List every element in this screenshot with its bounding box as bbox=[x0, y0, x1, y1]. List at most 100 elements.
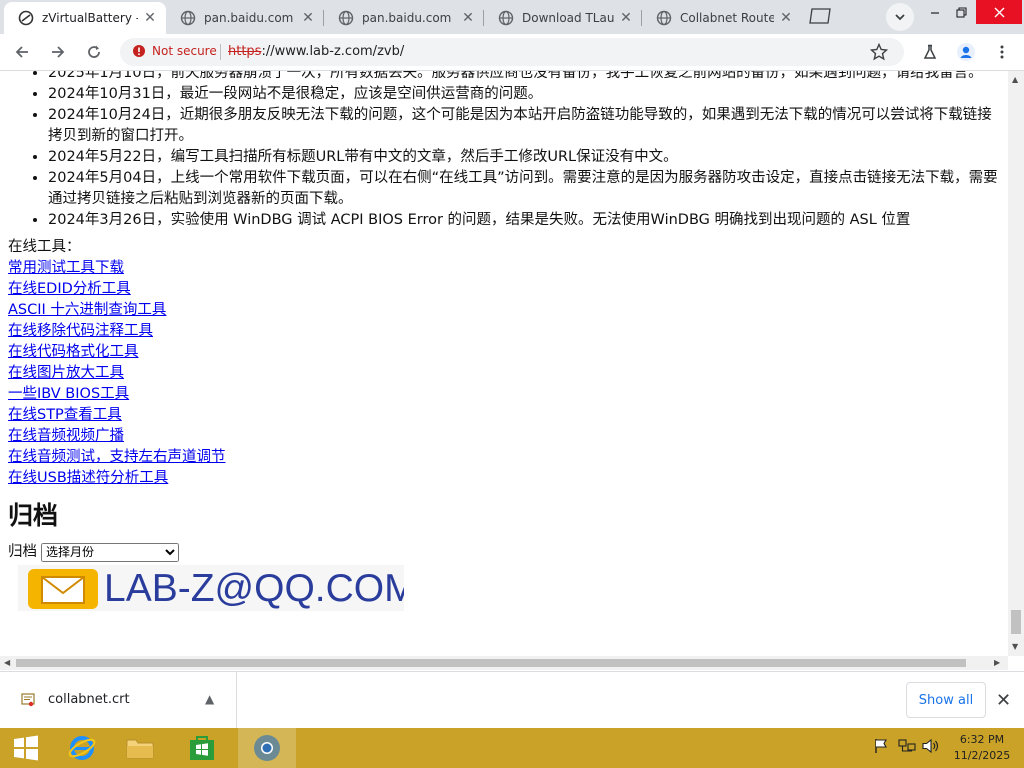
tab-pan-baidu-1[interactable]: pan.baidu.com ✕ bbox=[166, 2, 324, 34]
menu-button[interactable] bbox=[988, 38, 1016, 66]
windows-taskbar: 6:32 PM 11/2/2025 bbox=[0, 728, 1024, 768]
tab-title: pan.baidu.com bbox=[362, 11, 452, 25]
close-shelf-icon[interactable]: ✕ bbox=[996, 690, 1011, 711]
close-tab-icon[interactable]: ✕ bbox=[618, 10, 634, 26]
close-tab-icon[interactable]: ✕ bbox=[778, 10, 794, 26]
vertical-scroll-thumb[interactable] bbox=[1011, 610, 1021, 634]
tool-link[interactable]: 在线USB描述符分析工具 bbox=[8, 468, 998, 489]
security-indicator[interactable]: Not secure bbox=[132, 44, 217, 58]
tab-search-button[interactable] bbox=[886, 3, 914, 31]
browser-toolbar: Not secure https://www.lab-z.com/zvb/ bbox=[0, 34, 1024, 71]
volume-icon[interactable] bbox=[922, 738, 940, 754]
download-shelf: collabnet.crt ▲ Show all ✕ bbox=[0, 671, 1024, 729]
archive-row: 归档 选择月份 bbox=[8, 541, 998, 563]
tool-link[interactable]: 在线音频视频广播 bbox=[8, 426, 998, 447]
tool-link[interactable]: 在线图片放大工具 bbox=[8, 363, 998, 384]
close-tab-icon[interactable]: ✕ bbox=[300, 10, 316, 26]
archive-heading: 归档 bbox=[8, 501, 59, 530]
globe-icon bbox=[498, 10, 514, 26]
tool-link[interactable]: ASCII 十六进制查询工具 bbox=[8, 300, 998, 321]
envelope-icon bbox=[28, 569, 98, 609]
chevron-up-icon[interactable]: ▲ bbox=[205, 692, 214, 706]
taskbar-chrome[interactable] bbox=[238, 728, 296, 768]
close-tab-icon[interactable]: ✕ bbox=[142, 10, 158, 26]
download-item[interactable]: collabnet.crt ▲ bbox=[0, 672, 237, 729]
close-window-button[interactable] bbox=[976, 0, 1022, 24]
minimize-icon bbox=[931, 12, 939, 14]
news-list: 2025年1月10日，前天服务器崩溃了一次，所有数据丢失。服务器供应商也没有备份… bbox=[8, 71, 998, 231]
tab-strip: zVirtualBattery – ✕ pan.baidu.com ✕ pan.… bbox=[0, 0, 1024, 34]
scroll-left-arrow[interactable]: ◀ bbox=[4, 658, 10, 667]
windows-logo-icon bbox=[14, 735, 38, 761]
taskbar-file-explorer[interactable] bbox=[114, 728, 166, 768]
tool-link[interactable]: 在线移除代码注释工具 bbox=[8, 321, 998, 342]
globe-icon bbox=[338, 10, 354, 26]
network-icon[interactable] bbox=[898, 738, 916, 754]
tool-link[interactable]: 常用测试工具下载 bbox=[8, 258, 998, 279]
tool-link[interactable]: 在线代码格式化工具 bbox=[8, 342, 998, 363]
reload-button[interactable] bbox=[80, 38, 108, 66]
email-banner-text: LAB-Z@QQ.COM bbox=[104, 567, 404, 610]
bookmark-star-icon[interactable] bbox=[870, 43, 888, 61]
warning-icon bbox=[133, 45, 145, 57]
email-banner[interactable]: LAB-Z@QQ.COM bbox=[18, 565, 404, 611]
restore-button[interactable] bbox=[946, 0, 976, 24]
folder-icon bbox=[126, 739, 154, 759]
forward-button[interactable] bbox=[44, 38, 72, 66]
flag-icon[interactable] bbox=[873, 738, 889, 754]
url-rest: ://www.lab-z.com/zvb/ bbox=[261, 44, 405, 59]
news-item: 2024年10月24日，近期很多朋友反映无法下载的问题，这个可能是因为本站开启防… bbox=[48, 105, 998, 147]
scroll-up-arrow[interactable]: ▲ bbox=[1012, 75, 1018, 84]
arrow-left-icon bbox=[15, 46, 28, 58]
tab-collabnet-router[interactable]: Collabnet Router ✕ bbox=[642, 2, 802, 34]
new-tab-button[interactable] bbox=[808, 8, 832, 24]
reload-icon bbox=[88, 45, 100, 58]
flask-icon bbox=[923, 44, 937, 59]
restore-icon bbox=[955, 6, 967, 18]
horizontal-scrollbar[interactable]: ◀ ▶ bbox=[0, 656, 1008, 670]
show-all-button[interactable]: Show all bbox=[906, 682, 986, 718]
tool-link[interactable]: 一些IBV BIOS工具 bbox=[8, 384, 998, 405]
close-icon bbox=[994, 7, 1004, 17]
internet-explorer-icon bbox=[68, 736, 96, 760]
security-label: Not secure bbox=[152, 44, 217, 58]
tools-links: 常用测试工具下载 在线EDID分析工具 ASCII 十六进制查询工具 在线移除代… bbox=[8, 258, 998, 489]
archive-label: 归档 bbox=[8, 544, 37, 560]
scroll-down-arrow[interactable]: ▼ bbox=[1012, 642, 1018, 651]
labs-button[interactable] bbox=[916, 38, 944, 66]
horizontal-scroll-thumb[interactable] bbox=[16, 659, 966, 667]
taskbar-internet-explorer[interactable] bbox=[56, 728, 108, 768]
download-filename: collabnet.crt bbox=[48, 692, 130, 707]
start-button[interactable] bbox=[0, 728, 52, 768]
zvb-logo-icon bbox=[18, 10, 34, 26]
taskbar-store[interactable] bbox=[176, 728, 228, 768]
kebab-menu-icon bbox=[1000, 45, 1004, 59]
globe-icon bbox=[656, 10, 672, 26]
profile-button[interactable] bbox=[952, 38, 980, 66]
tab-download-tlauncher[interactable]: Download TLaunc ✕ bbox=[484, 2, 642, 34]
scroll-right-arrow[interactable]: ▶ bbox=[994, 658, 1000, 667]
system-clock[interactable]: 6:32 PM 11/2/2025 bbox=[950, 732, 1014, 764]
address-bar[interactable]: Not secure https://www.lab-z.com/zvb/ bbox=[120, 38, 904, 66]
news-item: 2024年3月26日，实验使用 WinDBG 调试 ACPI BIOS Erro… bbox=[48, 210, 998, 231]
store-icon bbox=[190, 736, 214, 760]
url-scheme: https bbox=[228, 44, 262, 59]
tab-pan-baidu-2[interactable]: pan.baidu.com ✕ bbox=[324, 2, 484, 34]
close-tab-icon[interactable]: ✕ bbox=[460, 10, 476, 26]
clock-date: 11/2/2025 bbox=[953, 749, 1011, 762]
tab-zvirtualbattery[interactable]: zVirtualBattery – ✕ bbox=[4, 2, 166, 34]
tool-link[interactable]: 在线音频测试，支持左右声道调节 bbox=[8, 447, 998, 468]
chrome-icon bbox=[254, 735, 280, 761]
tool-link[interactable]: 在线STP查看工具 bbox=[8, 405, 998, 426]
vertical-scrollbar[interactable]: ▲ ▼ bbox=[1008, 71, 1024, 656]
url-text[interactable]: https://www.lab-z.com/zvb/ bbox=[228, 44, 404, 59]
archive-month-select[interactable]: 选择月份 bbox=[41, 542, 179, 562]
tool-link[interactable]: 在线EDID分析工具 bbox=[8, 279, 998, 300]
back-button[interactable] bbox=[8, 38, 36, 66]
envelope-shape bbox=[41, 576, 85, 604]
page-viewport[interactable]: 2025年1月10日，前天服务器崩溃了一次，所有数据丢失。服务器供应商也没有备份… bbox=[0, 71, 1008, 656]
omnibox-separator bbox=[220, 44, 221, 60]
certificate-file-icon bbox=[21, 693, 35, 707]
news-item: 2025年1月10日，前天服务器崩溃了一次，所有数据丢失。服务器供应商也没有备份… bbox=[48, 71, 998, 84]
news-item: 2024年10月31日，最近一段网站不是很稳定，应该是空间供运营商的问题。 bbox=[48, 84, 998, 105]
